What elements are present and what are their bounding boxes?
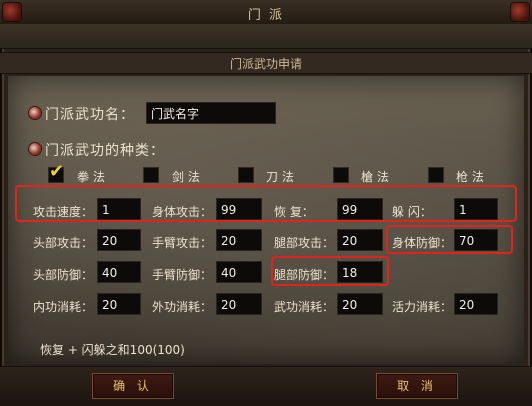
name-label: 门派武功名： <box>45 107 135 123</box>
title-ornament-right-icon <box>511 3 529 21</box>
type-fist-checkbox[interactable]: ✔ <box>48 163 64 183</box>
window-frame: 门 派 门派武功申请 门派武功名： 门武名字 门派武功的种类： ✔ 拳 法 剑 … <box>0 0 532 406</box>
bullet-icon <box>29 143 41 155</box>
sum-hint: 恢复 + 闪躲之和100(100) <box>40 343 185 357</box>
title-bar[interactable]: 门 派 <box>0 0 532 25</box>
leg-defense-input[interactable]: 18 <box>337 261 383 283</box>
recover-input[interactable]: 99 <box>337 198 383 220</box>
leg-attack-input[interactable]: 20 <box>337 229 383 251</box>
martial-consume-input[interactable]: 20 <box>337 293 383 315</box>
dodge-label: 躲 闪： <box>392 205 432 219</box>
type-sword-label: 剑 法 <box>172 170 200 184</box>
type-blade-checkbox[interactable] <box>238 167 254 183</box>
inner-consume-input[interactable]: 20 <box>97 293 141 315</box>
vitality-consume-label: 活力消耗： <box>392 300 453 314</box>
arm-defense-input[interactable]: 40 <box>216 261 262 283</box>
head-attack-input[interactable]: 20 <box>97 229 141 251</box>
confirm-button[interactable]: 确 认 <box>92 373 174 399</box>
arm-attack-input[interactable]: 20 <box>216 229 262 251</box>
outer-consume-label: 外功消耗： <box>152 300 213 314</box>
martial-name-input[interactable]: 门武名字 <box>146 102 276 124</box>
decorative-strip <box>0 24 532 49</box>
cancel-button[interactable]: 取 消 <box>376 373 458 399</box>
attack-speed-label: 攻击速度： <box>33 205 94 219</box>
attack-speed-input[interactable]: 1 <box>97 198 141 220</box>
type-staff-checkbox[interactable] <box>333 167 349 183</box>
recover-label: 恢 复： <box>274 205 314 219</box>
head-attack-label: 头部攻击： <box>33 236 94 250</box>
checkmark-icon: ✔ <box>49 161 65 182</box>
vitality-consume-input[interactable]: 20 <box>454 293 498 315</box>
martial-consume-label: 武功消耗： <box>274 300 335 314</box>
window-title: 门 派 <box>247 8 285 23</box>
bullet-icon <box>29 107 41 119</box>
type-spear-checkbox[interactable] <box>428 167 444 183</box>
dialog-title: 门派武功申请 <box>229 57 302 71</box>
type-label: 门派武功的种类： <box>45 143 165 159</box>
body-attack-input[interactable]: 99 <box>216 198 262 220</box>
leg-defense-label: 腿部防御： <box>274 268 335 282</box>
type-staff-label: 槍 法 <box>361 170 389 184</box>
outer-consume-input[interactable]: 20 <box>216 293 262 315</box>
dodge-input[interactable]: 1 <box>454 198 498 220</box>
inner-consume-label: 内功消耗： <box>33 300 94 314</box>
head-defense-label: 头部防御： <box>33 268 94 282</box>
type-spear-label: 枪 法 <box>456 170 484 184</box>
body-attack-label: 身体攻击： <box>152 205 213 219</box>
head-defense-input[interactable]: 40 <box>97 261 141 283</box>
body-defense-label: 身体防御： <box>392 236 453 250</box>
arm-attack-label: 手臂攻击： <box>152 236 213 250</box>
type-blade-label: 刀 法 <box>266 170 294 184</box>
dialog-header: 门派武功申请 <box>0 52 532 74</box>
leg-attack-label: 腿部攻击： <box>274 236 335 250</box>
type-sword-checkbox[interactable] <box>143 167 159 183</box>
arm-defense-label: 手臂防御： <box>152 268 213 282</box>
body-defense-input[interactable]: 70 <box>454 229 498 251</box>
type-fist-label: 拳 法 <box>77 170 105 184</box>
